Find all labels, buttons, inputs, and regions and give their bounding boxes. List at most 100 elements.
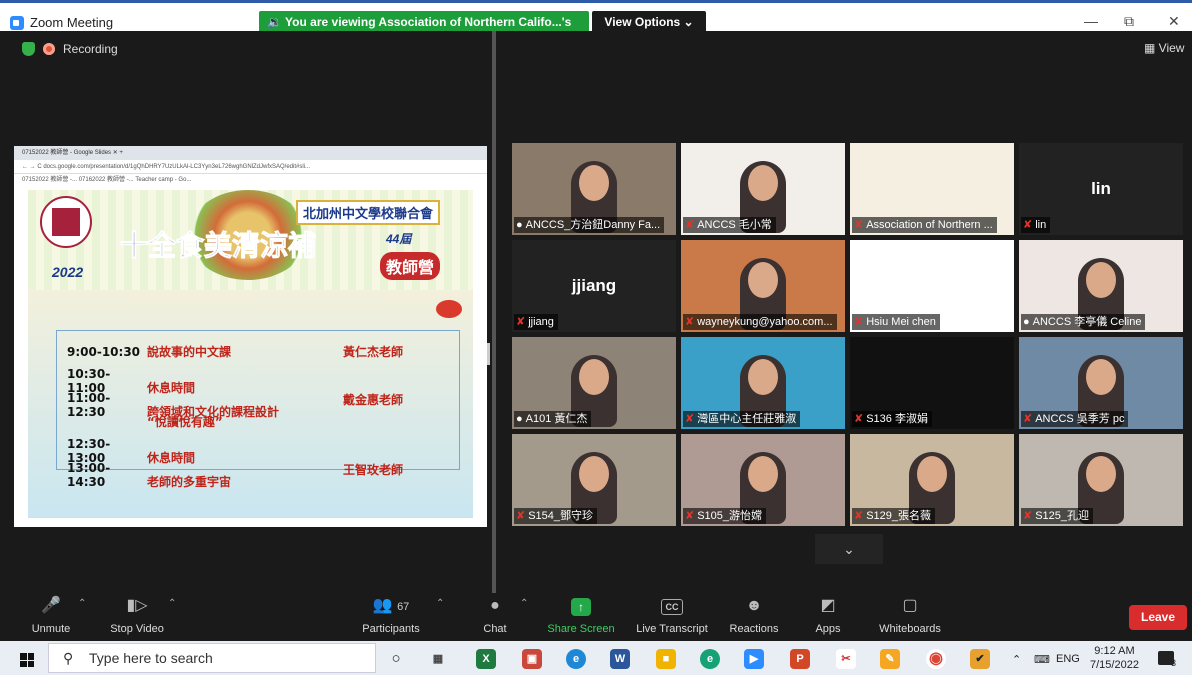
zoom-taskbar-icon[interactable]: ▶: [744, 649, 764, 669]
participant-name: ANCCS 吳季芳 pc: [1035, 413, 1125, 425]
participant-tile[interactable]: ● ANCCS_方治鈕Danny Fa...: [512, 143, 676, 235]
chevron-down-icon[interactable]: ⌄: [815, 534, 883, 564]
apps-button[interactable]: ◩ Apps: [810, 593, 846, 635]
participant-tile[interactable]: ✘ S154_鄧守珍: [512, 434, 676, 526]
schedule-teacher: 黃仁杰老師: [343, 345, 404, 359]
close-button[interactable]: ✕: [1168, 13, 1180, 30]
participant-name: Association of Northern ...: [866, 219, 993, 231]
participant-tile[interactable]: ✘ S125_孔迎: [1019, 434, 1183, 526]
video-options-caret[interactable]: ⌃: [168, 598, 176, 609]
participant-name: ANCCS_方治鈕Danny Fa...: [525, 219, 661, 231]
participant-tile[interactable]: lin ✘ lin: [1019, 143, 1183, 235]
microphone-muted-icon: ✘: [516, 316, 526, 328]
whiteboards-button[interactable]: ▢ Whiteboards: [874, 593, 946, 635]
participant-tile[interactable]: jjiang ✘ jjiang: [512, 240, 676, 332]
schedule-row: 13:00-14:30 老師的多重宇宙 王智玫老師: [67, 461, 403, 490]
zoom-logo-icon: [10, 15, 24, 30]
participant-face: [748, 456, 778, 492]
participants-options-caret[interactable]: ⌃: [436, 598, 444, 609]
security-shield-icon[interactable]: [22, 42, 35, 56]
sticky-notes-icon[interactable]: ✎: [880, 649, 900, 669]
language-indicator[interactable]: ENG: [1056, 653, 1080, 665]
participant-label: ● ANCCS_方治鈕Danny Fa...: [514, 217, 665, 233]
stop-video-button[interactable]: ▮▷ Stop Video: [106, 593, 168, 635]
live-transcript-button[interactable]: CC Live Transcript: [632, 593, 712, 635]
keyboard-icon[interactable]: ⌨: [1034, 653, 1050, 666]
participant-tile[interactable]: ● ANCCS 李亭儀 Celine: [1019, 240, 1183, 332]
share-screen-icon-wrap: ↑: [546, 593, 616, 619]
whiteboard-icon: ▢: [902, 597, 918, 614]
reactions-button[interactable]: ☻ Reactions: [726, 593, 782, 635]
windows-start-icon[interactable]: [20, 653, 34, 667]
chrome-icon[interactable]: ◉: [926, 649, 946, 669]
task-view-icon[interactable]: ▦: [428, 649, 448, 669]
participant-tile[interactable]: ✘ S136 李淑娟: [850, 337, 1014, 429]
system-clock[interactable]: 9:12 AM 7/15/2022: [1090, 644, 1139, 672]
taskbar-search-box[interactable]: ⚲ Type here to search: [48, 643, 376, 673]
participant-label: ✘ 灣區中心主任莊雅淑: [683, 411, 801, 427]
smiley-plus-icon: ☻: [745, 597, 763, 614]
reactions-label: Reactions: [729, 623, 779, 635]
chat-button[interactable]: ● Chat: [478, 593, 512, 635]
presentation-slide: 北加州中文學校聯合會 十全食美清涼補 2022 44屆 教師營 9:00-10:…: [28, 190, 473, 518]
microphone-muted-icon: ✘: [854, 510, 864, 522]
split-divider[interactable]: [492, 31, 496, 593]
participant-tile[interactable]: ● A101 黃仁杰: [512, 337, 676, 429]
participant-tile[interactable]: ✘ Association of Northern ...: [850, 143, 1014, 235]
checkmark-app-icon[interactable]: ✔: [970, 649, 990, 669]
schedule-row: 9:00-10:30 說故事的中文課 黃仁杰老師: [67, 343, 403, 360]
apps-icon: ◩: [820, 597, 836, 614]
leave-button[interactable]: Leave: [1129, 605, 1187, 630]
participant-label: ✘ Hsiu Mei chen: [852, 314, 940, 330]
participants-group: 👥 67: [358, 593, 424, 619]
powerpoint-icon[interactable]: P: [790, 649, 810, 669]
restore-button[interactable]: ⧉: [1124, 13, 1134, 30]
unmute-button[interactable]: 🎤 Unmute: [28, 593, 74, 635]
participants-label: Participants: [362, 623, 420, 635]
view-button[interactable]: ▦ View: [1144, 41, 1184, 55]
microphone-muted-icon: ✘: [685, 510, 695, 522]
view-options-button[interactable]: View Options ⌄: [592, 11, 706, 33]
microphone-muted-icon: ✘: [1023, 510, 1033, 522]
participant-tile[interactable]: ✘ ANCCS 毛小常: [681, 143, 845, 235]
participant-face: [748, 165, 778, 201]
share-screen-label: Share Screen: [547, 623, 615, 635]
participant-name: ANCCS 李亭儀 Celine: [1032, 316, 1142, 328]
live-transcript-label: Live Transcript: [636, 623, 708, 635]
edge-icon[interactable]: e: [566, 649, 586, 669]
participant-face: [748, 262, 778, 298]
word-icon[interactable]: W: [610, 649, 630, 669]
recording-indicator: Recording: [22, 42, 118, 56]
share-screen-button[interactable]: ↑ Share Screen: [546, 593, 616, 635]
cortana-icon[interactable]: ○: [386, 649, 406, 669]
schedule-time: 9:00-10:30: [67, 345, 141, 359]
image-app-icon[interactable]: ▣: [522, 649, 542, 669]
participants-button[interactable]: 👥 67 Participants: [358, 593, 424, 635]
excel-icon[interactable]: X: [476, 649, 496, 669]
audio-options-caret[interactable]: ⌃: [78, 598, 86, 609]
participant-label: ✘ wayneykung@yahoo.com...: [683, 314, 837, 330]
participant-tile[interactable]: ✘ Hsiu Mei chen: [850, 240, 1014, 332]
participant-tile[interactable]: ✘ 灣區中心主任莊雅淑: [681, 337, 845, 429]
participant-display-name: lin: [1091, 179, 1111, 198]
participant-name: lin: [1035, 219, 1047, 231]
video-camera-icon: ▮▷: [126, 597, 148, 614]
participant-name: S105_游怡嫦: [697, 510, 763, 522]
schedule-teacher: 王智玫老師: [343, 463, 404, 477]
snipping-tool-icon[interactable]: ✂: [836, 649, 856, 669]
participant-tile[interactable]: ✘ S105_游怡嫦: [681, 434, 845, 526]
minimize-button[interactable]: —: [1084, 13, 1098, 29]
edge-dev-icon[interactable]: e: [700, 649, 720, 669]
participant-name: S129_張名薇: [866, 510, 932, 522]
participant-tile[interactable]: ✘ wayneykung@yahoo.com...: [681, 240, 845, 332]
participant-tile[interactable]: ✘ ANCCS 吳季芳 pc: [1019, 337, 1183, 429]
shared-screen: 07152022 教師營 - Google Slides ✕ + ← → C d…: [14, 146, 487, 527]
file-explorer-icon[interactable]: ■: [656, 649, 676, 669]
participant-tile[interactable]: ✘ S129_張名薇: [850, 434, 1014, 526]
participant-name: A101 黃仁杰: [525, 413, 588, 425]
tray-overflow-icon[interactable]: ⌃: [1012, 653, 1021, 666]
microphone-muted-icon: ✘: [1023, 413, 1033, 425]
stop-video-label: Stop Video: [110, 623, 164, 635]
participant-name: S136 李淑娟: [866, 413, 928, 425]
chat-options-caret[interactable]: ⌃: [520, 598, 528, 609]
